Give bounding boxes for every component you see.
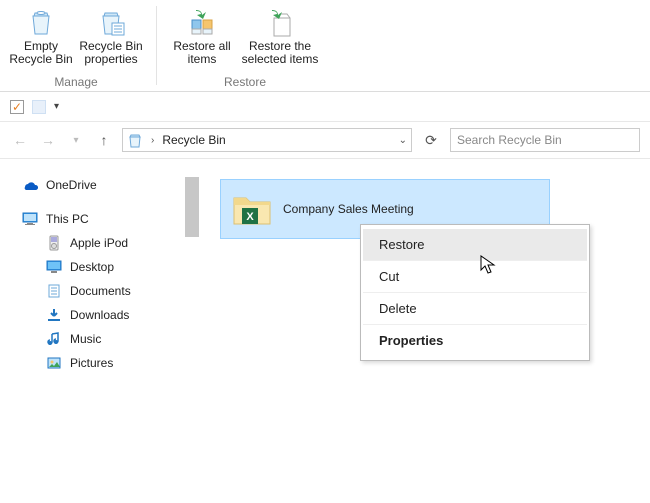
recycle-bin-icon bbox=[127, 132, 143, 148]
pictures-icon bbox=[46, 355, 62, 371]
documents-icon bbox=[46, 283, 62, 299]
ribbon-separator bbox=[156, 6, 157, 85]
empty-recycle-bin-button[interactable]: Empty Recycle Bin bbox=[6, 4, 76, 68]
address-bar[interactable]: › Recycle Bin ⌄ bbox=[122, 128, 412, 152]
empty-recycle-bin-label: Empty Recycle Bin bbox=[8, 40, 74, 66]
up-button[interactable]: ↑ bbox=[94, 130, 114, 150]
history-dropdown[interactable]: ▾ bbox=[66, 130, 86, 150]
search-placeholder: Search Recycle Bin bbox=[457, 133, 562, 147]
ctx-restore[interactable]: Restore bbox=[363, 229, 587, 261]
search-input[interactable]: Search Recycle Bin bbox=[450, 128, 640, 152]
sidebar-label: Music bbox=[70, 332, 101, 346]
ctx-cut[interactable]: Cut bbox=[363, 261, 587, 293]
restore-selected-items-button[interactable]: Restore the selected items bbox=[237, 4, 323, 68]
sidebar-label: Desktop bbox=[70, 260, 114, 274]
context-menu: Restore Cut Delete Properties bbox=[360, 224, 590, 361]
restore-all-items-button[interactable]: Restore all items bbox=[167, 4, 237, 68]
downloads-icon bbox=[46, 307, 62, 323]
sidebar-label: Documents bbox=[70, 284, 131, 298]
sidebar-item-desktop[interactable]: Desktop bbox=[20, 255, 190, 279]
ribbon: Empty Recycle Bin Recycle Bin properties… bbox=[0, 0, 650, 92]
file-name: Company Sales Meeting bbox=[283, 202, 414, 216]
forward-button[interactable]: → bbox=[38, 130, 58, 150]
qat-slot[interactable] bbox=[32, 100, 46, 114]
refresh-button[interactable]: ⟳ bbox=[420, 129, 442, 151]
restore-all-icon bbox=[186, 6, 218, 38]
music-icon bbox=[46, 331, 62, 347]
recycle-bin-empty-icon bbox=[25, 6, 57, 38]
folder-excel-icon: X bbox=[231, 188, 273, 230]
ipod-icon bbox=[46, 235, 62, 251]
restore-selected-icon bbox=[264, 6, 296, 38]
navigation-pane: OneDrive This PC Apple iPod Desktop Docu… bbox=[0, 159, 200, 499]
svg-text:X: X bbox=[246, 211, 254, 223]
qat-dropdown-icon[interactable]: ▾ bbox=[54, 101, 59, 112]
sidebar-label: Pictures bbox=[70, 356, 113, 370]
ribbon-group-manage: Empty Recycle Bin Recycle Bin properties… bbox=[0, 0, 152, 91]
sidebar-item-thispc[interactable]: This PC bbox=[20, 207, 190, 231]
sidebar-label: OneDrive bbox=[46, 178, 97, 192]
sidebar-label: This PC bbox=[46, 212, 89, 226]
recycle-bin-properties-button[interactable]: Recycle Bin properties bbox=[76, 4, 146, 68]
ribbon-group-restore-title: Restore bbox=[224, 75, 266, 89]
thispc-icon bbox=[22, 211, 38, 227]
chevron-right-icon: › bbox=[151, 135, 154, 146]
quick-access-toolbar: ✓ ▾ bbox=[0, 92, 650, 122]
restore-selected-label: Restore the selected items bbox=[239, 40, 321, 66]
desktop-icon bbox=[46, 259, 62, 275]
ribbon-group-restore: Restore all items Restore the selected i… bbox=[161, 0, 329, 91]
sidebar-scrollbar[interactable] bbox=[184, 163, 200, 503]
qat-checkbox-icon[interactable]: ✓ bbox=[10, 100, 24, 114]
ribbon-group-manage-title: Manage bbox=[54, 75, 97, 89]
ctx-properties[interactable]: Properties bbox=[363, 325, 587, 356]
sidebar-item-documents[interactable]: Documents bbox=[20, 279, 190, 303]
recycle-bin-properties-icon bbox=[95, 6, 127, 38]
sidebar-label: Downloads bbox=[70, 308, 129, 322]
sidebar-item-downloads[interactable]: Downloads bbox=[20, 303, 190, 327]
sidebar-label: Apple iPod bbox=[70, 236, 128, 250]
chevron-down-icon[interactable]: ⌄ bbox=[399, 135, 407, 146]
recycle-bin-properties-label: Recycle Bin properties bbox=[78, 40, 144, 66]
breadcrumb-location[interactable]: Recycle Bin bbox=[162, 133, 225, 147]
sidebar-item-music[interactable]: Music bbox=[20, 327, 190, 351]
scrollbar-thumb[interactable] bbox=[185, 177, 199, 237]
ctx-delete[interactable]: Delete bbox=[363, 293, 587, 325]
back-button[interactable]: ← bbox=[10, 130, 30, 150]
navigation-bar: ← → ▾ ↑ › Recycle Bin ⌄ ⟳ Search Recycle… bbox=[0, 122, 650, 159]
sidebar-item-onedrive[interactable]: OneDrive bbox=[20, 173, 190, 197]
restore-all-label: Restore all items bbox=[169, 40, 235, 66]
sidebar-item-pictures[interactable]: Pictures bbox=[20, 351, 190, 375]
onedrive-icon bbox=[22, 177, 38, 193]
sidebar-item-ipod[interactable]: Apple iPod bbox=[20, 231, 190, 255]
